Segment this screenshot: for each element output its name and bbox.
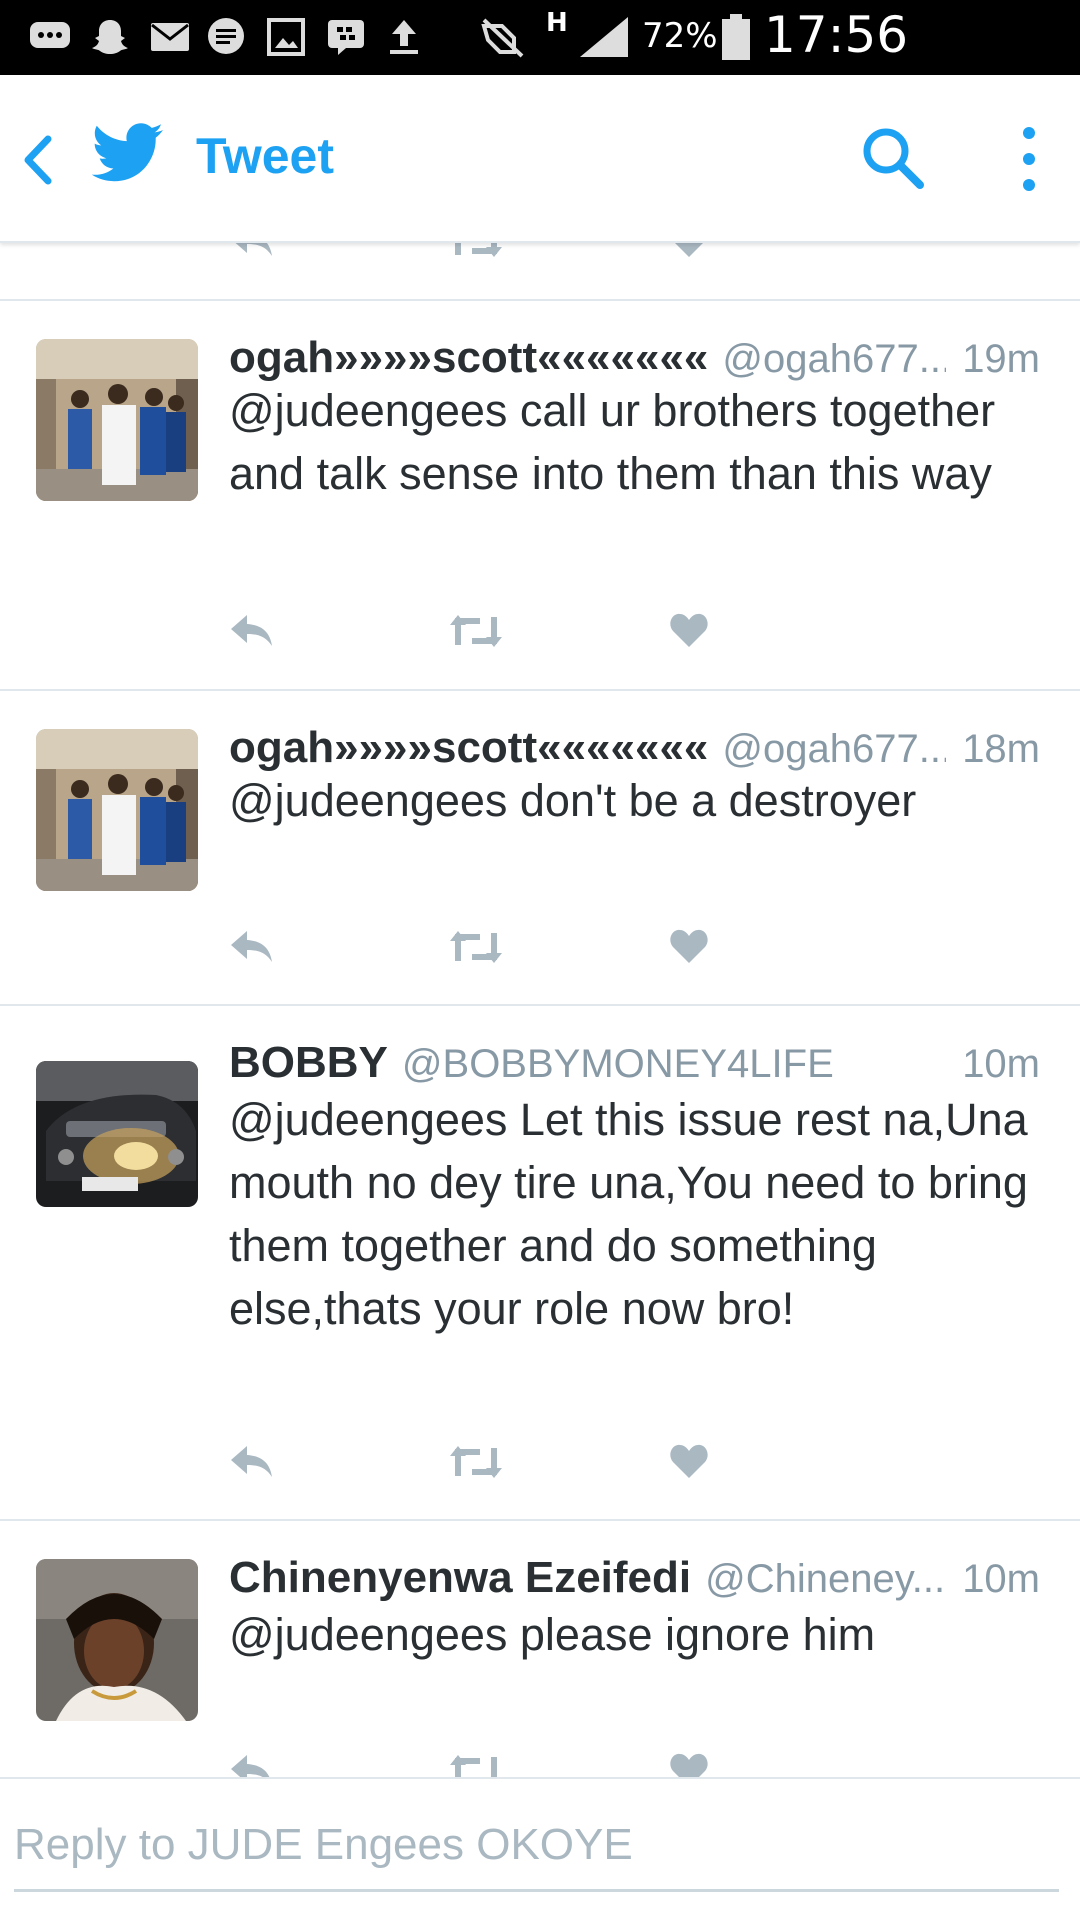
reply-icon[interactable] <box>229 1442 275 1482</box>
retweet-icon[interactable] <box>448 1751 504 1777</box>
reply-input[interactable] <box>14 1813 1059 1877</box>
author-name[interactable]: ogah»»»»scott««««««« <box>229 333 708 383</box>
upload-icon <box>382 14 426 60</box>
clock: 17:56 <box>764 6 909 64</box>
tweet-item[interactable]: ogah»»»»scott««««««« @ogah677... 18m @ju… <box>0 691 1080 1006</box>
reply-icon[interactable] <box>229 611 275 651</box>
avatar[interactable] <box>36 1061 198 1207</box>
retweet-icon[interactable] <box>448 243 504 261</box>
author-handle[interactable]: @Chineney... <box>705 1557 945 1602</box>
reply-icon[interactable] <box>229 243 275 261</box>
app-header: Tweet <box>0 75 1080 243</box>
tweet-header: Chinenyenwa Ezeifedi @Chineney... 10m <box>229 1553 1040 1607</box>
author-name[interactable]: BOBBY <box>229 1038 388 1088</box>
author-name[interactable]: ogah»»»»scott««««««« <box>229 723 708 773</box>
tweet-text: @judeengees don't be a destroyer <box>229 775 917 826</box>
avatar[interactable] <box>36 1559 198 1721</box>
bbm-icon <box>324 14 368 60</box>
tweet-actions <box>229 1442 729 1490</box>
reply-icon[interactable] <box>229 927 275 967</box>
like-icon[interactable] <box>669 1751 709 1777</box>
tweet-feed[interactable]: ogah»»»»scott««««««« @ogah677... 19m @ju… <box>0 243 1080 1777</box>
tweet-actions <box>229 1751 729 1777</box>
author-handle[interactable]: @ogah677... <box>722 337 946 382</box>
battery-percent: 72% <box>642 16 718 56</box>
tweet-text: @judeengees Let this issue rest na,Una m… <box>229 1094 1028 1334</box>
page-title: Tweet <box>196 128 334 184</box>
like-icon[interactable] <box>669 611 709 651</box>
retweet-icon[interactable] <box>448 1442 504 1482</box>
like-icon[interactable] <box>669 927 709 967</box>
tweet-actions <box>229 927 729 975</box>
avatar[interactable] <box>36 729 198 891</box>
retweet-icon[interactable] <box>448 927 504 967</box>
snapchat-icon <box>88 14 132 60</box>
author-handle[interactable]: @BOBBYMONEY4LIFE <box>402 1042 834 1087</box>
twitter-bird-icon <box>91 123 164 185</box>
author-name[interactable]: Chinenyenwa Ezeifedi <box>229 1553 691 1603</box>
tweet-item[interactable]: Chinenyenwa Ezeifedi @Chineney... 10m @j… <box>0 1521 1080 1777</box>
tweet-text: @judeengees call ur brothers together an… <box>229 385 996 499</box>
author-handle[interactable]: @ogah677... <box>722 727 946 772</box>
reply-underline <box>14 1889 1059 1892</box>
tweet-time: 10m <box>962 1557 1040 1601</box>
retweet-icon[interactable] <box>448 611 504 651</box>
like-icon[interactable] <box>669 243 709 261</box>
tweet-text: @judeengees please ignore him <box>229 1609 876 1660</box>
tweet-time: 18m <box>962 727 1040 771</box>
tweet-actions <box>229 611 729 659</box>
tweet-time: 10m <box>962 1042 1040 1086</box>
mail-icon <box>148 14 192 60</box>
status-bar: H 72% 17:56 <box>0 0 1080 75</box>
search-icon[interactable] <box>860 125 926 191</box>
gallery-icon <box>264 14 308 60</box>
chat-bubble-icon <box>28 14 72 60</box>
tweet-time: 19m <box>962 337 1040 381</box>
reply-icon[interactable] <box>229 1751 275 1777</box>
battery-icon <box>720 14 752 60</box>
back-arrow-icon[interactable] <box>18 133 58 187</box>
more-options-icon[interactable] <box>1014 123 1044 195</box>
network-type: H <box>546 8 568 38</box>
reply-bar <box>0 1777 1080 1920</box>
tweet-header: BOBBY @BOBBYMONEY4LIFE 10m <box>229 1038 1040 1092</box>
avatar[interactable] <box>36 339 198 501</box>
tweet-item[interactable]: ogah»»»»scott««««««« @ogah677... 19m @ju… <box>0 301 1080 691</box>
partial-tweet-actions <box>0 243 1080 301</box>
signal-icon <box>574 14 634 60</box>
message-icon <box>204 14 248 60</box>
tweet-item[interactable]: BOBBY @BOBBYMONEY4LIFE 10m @judeengees L… <box>0 1006 1080 1521</box>
like-icon[interactable] <box>669 1442 709 1482</box>
mute-icon <box>478 14 528 60</box>
